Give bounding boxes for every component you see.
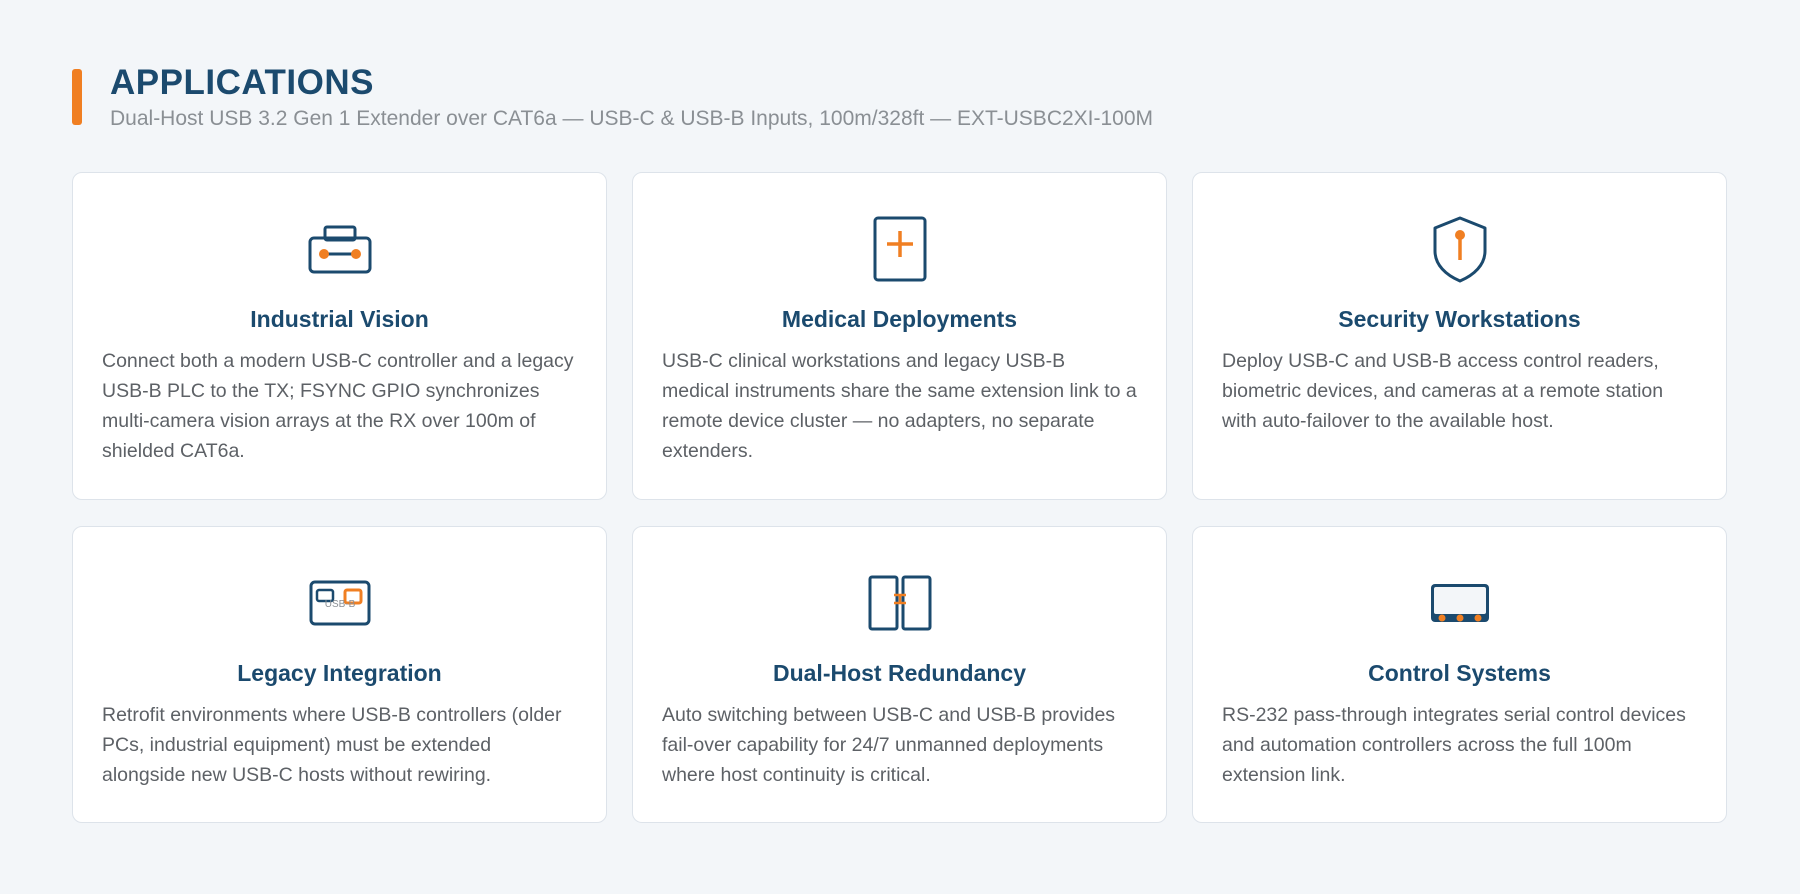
card-description: Auto switching between USB-C and USB-B p… xyxy=(662,704,1116,786)
card-dual-host-redundancy: Dual-Host Redundancy Auto switching betw… xyxy=(632,526,1167,823)
toolbox-icon xyxy=(308,225,371,274)
page-header: APPLICATIONS Dual-Host USB 3.2 Gen 1 Ext… xyxy=(72,62,1153,133)
header-text: APPLICATIONS Dual-Host USB 3.2 Gen 1 Ext… xyxy=(110,62,1153,133)
card-description: Retrofit environments where USB-B contro… xyxy=(102,704,562,786)
card-description: USB-C clinical workstations and legacy U… xyxy=(662,350,1137,462)
card-medical-deployments: Medical Deployments USB-C clinical works… xyxy=(632,172,1167,500)
card-title: Medical Deployments xyxy=(781,306,1018,332)
page-subtitle: Dual-Host USB 3.2 Gen 1 Extender over CA… xyxy=(110,107,1154,130)
card-description: RS-232 pass-through integrates serial co… xyxy=(1222,704,1686,786)
icon-label: USB-B xyxy=(324,599,355,610)
card-description: Connect both a modern USB-C controller a… xyxy=(102,350,574,462)
card-title: Security Workstations xyxy=(1338,306,1581,332)
card-legacy-integration: USB-B Legacy Integration Retrofit enviro… xyxy=(72,526,607,823)
card-security-workstations: Security Workstations Deploy USB-C and U… xyxy=(1192,172,1727,500)
control-panel-icon xyxy=(1430,584,1489,622)
card-title: Industrial Vision xyxy=(250,306,429,332)
shield-icon xyxy=(1433,216,1486,283)
card-title: Control Systems xyxy=(1368,660,1551,686)
card-title: Dual-Host Redundancy xyxy=(772,660,1027,686)
card-control-systems: Control Systems RS-232 pass-through inte… xyxy=(1192,526,1727,823)
card-description: Deploy USB-C and USB-B access control re… xyxy=(1222,350,1664,432)
medical-cross-icon xyxy=(873,216,926,282)
accent-bar xyxy=(72,69,82,125)
dual-host-icon xyxy=(868,575,931,631)
card-industrial-vision: Industrial Vision Connect both a modern … xyxy=(72,172,607,500)
card-title: Legacy Integration xyxy=(237,660,442,686)
applications-grid: Industrial Vision Connect both a modern … xyxy=(72,172,1728,823)
legacy-port-icon: USB-B xyxy=(309,580,370,626)
page-title: APPLICATIONS xyxy=(110,63,374,102)
